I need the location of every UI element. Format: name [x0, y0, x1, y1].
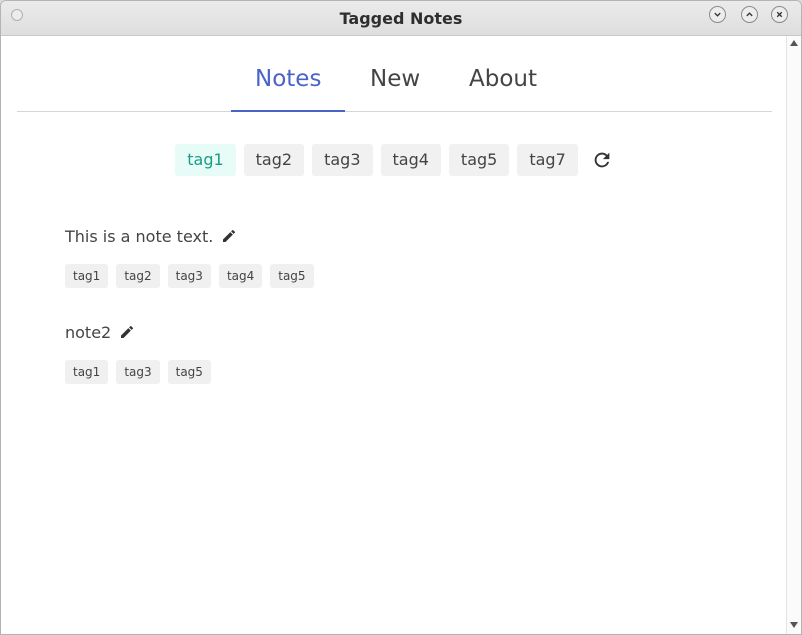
refresh-icon	[594, 152, 610, 168]
chevron-down-icon	[714, 12, 721, 17]
note-text-row: note2	[65, 320, 211, 344]
minimize-button[interactable]	[709, 6, 726, 23]
app-window: Tagged Notes Notes New About tag1 tag2 t…	[0, 0, 802, 635]
main-content: Notes New About tag1 tag2 tag3 tag4 tag5…	[1, 36, 788, 634]
close-button[interactable]	[771, 6, 788, 23]
scroll-down-icon[interactable]	[790, 622, 798, 628]
edit-note-button[interactable]	[119, 324, 135, 340]
tab-new[interactable]: New	[370, 66, 420, 92]
filter-tag-tag1[interactable]: tag1	[175, 144, 236, 176]
note-tag[interactable]: tag4	[218, 264, 263, 288]
note-tag[interactable]: tag5	[167, 360, 211, 384]
pencil-icon	[121, 325, 134, 338]
title-bar[interactable]: Tagged Notes	[1, 1, 801, 36]
tag-filter-bar: tag1 tag2 tag3 tag4 tag5 tag7	[1, 144, 788, 176]
filter-tag-tag3[interactable]: tag3	[312, 144, 373, 176]
vertical-scrollbar[interactable]	[786, 36, 801, 634]
refresh-button[interactable]	[590, 148, 614, 172]
filter-tag-tag7[interactable]: tag7	[517, 144, 578, 176]
maximize-button[interactable]	[741, 6, 758, 23]
filter-tag-tag2[interactable]: tag2	[243, 144, 305, 176]
filter-tag-tag4[interactable]: tag4	[380, 144, 441, 176]
note-tag-list: tag1 tag2 tag3 tag4 tag5	[65, 264, 314, 288]
scroll-up-icon[interactable]	[790, 40, 798, 46]
note-tag[interactable]: tag5	[270, 264, 314, 288]
tab-bar: Notes New About	[17, 36, 772, 112]
note-item: note2 tag1 tag3 tag5	[65, 320, 211, 384]
close-icon	[776, 11, 783, 18]
window-title: Tagged Notes	[339, 9, 463, 28]
note-item: This is a note text. tag1 tag2 tag3 tag4…	[65, 224, 314, 288]
tab-about[interactable]: About	[469, 66, 537, 92]
note-tag[interactable]: tag1	[65, 360, 109, 384]
filter-tag-tag5[interactable]: tag5	[448, 144, 510, 176]
note-text-row: This is a note text.	[65, 224, 314, 248]
edit-note-button[interactable]	[221, 228, 237, 244]
note-tag[interactable]: tag3	[116, 360, 160, 384]
note-tag-list: tag1 tag3 tag5	[65, 360, 211, 384]
chevron-up-icon	[746, 12, 753, 17]
tab-notes[interactable]: Notes	[255, 66, 321, 92]
pencil-icon	[223, 229, 236, 242]
note-tag[interactable]: tag2	[116, 264, 160, 288]
note-text: This is a note text.	[65, 226, 214, 246]
note-tag[interactable]: tag1	[65, 264, 109, 288]
active-tab-indicator	[231, 110, 345, 112]
note-tag[interactable]: tag3	[167, 264, 211, 288]
note-text: note2	[65, 322, 112, 342]
